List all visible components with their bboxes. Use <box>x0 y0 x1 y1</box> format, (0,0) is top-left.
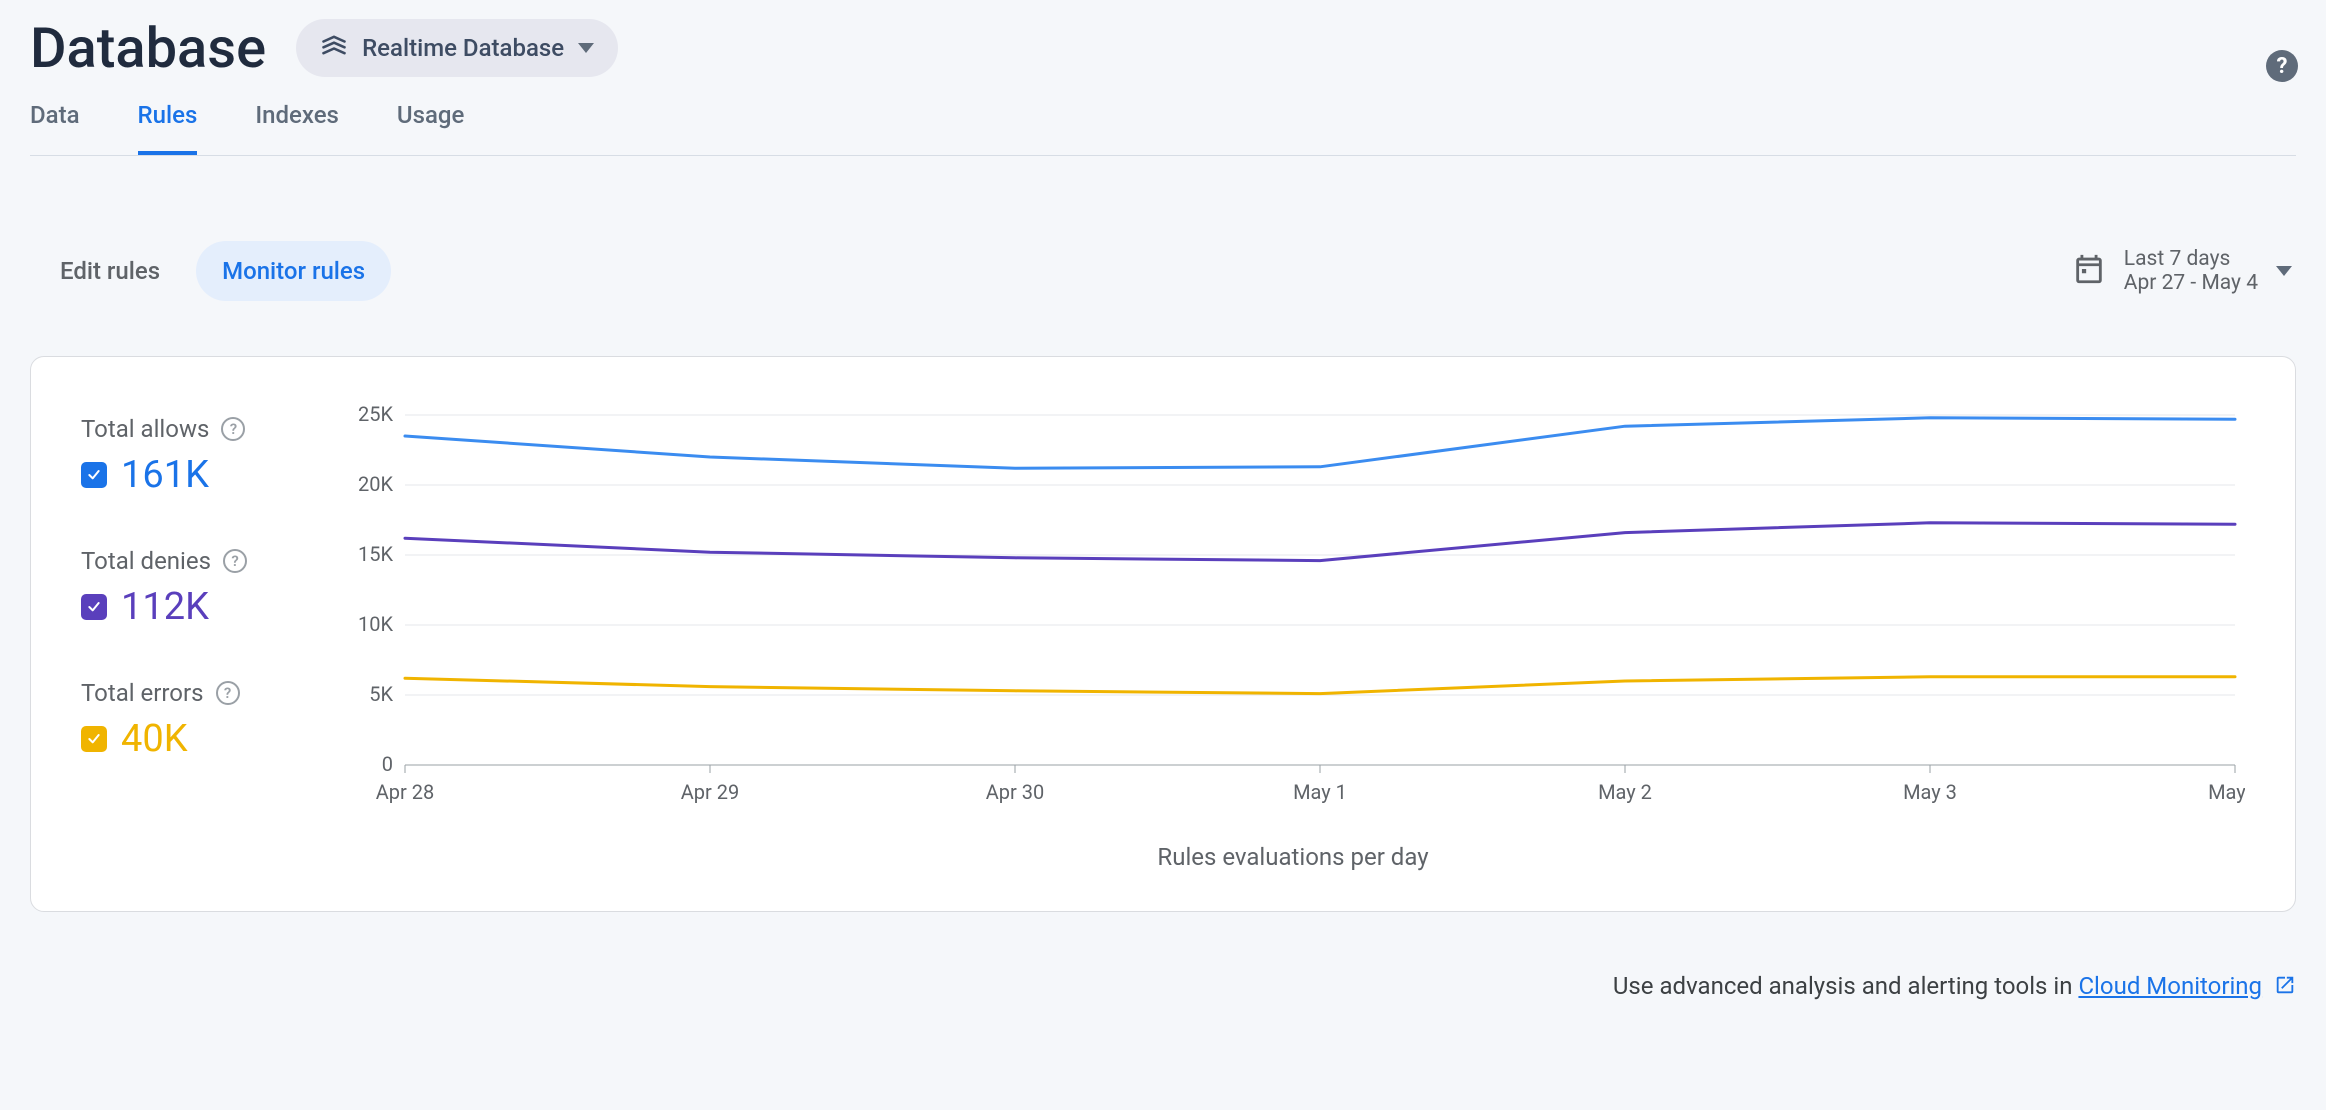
svg-text:May 1: May 1 <box>1293 780 1347 804</box>
subtab-edit-rules[interactable]: Edit rules <box>34 241 186 301</box>
date-range-dates: Apr 27 - May 4 <box>2124 271 2258 295</box>
tab-usage[interactable]: Usage <box>397 101 464 155</box>
date-range-picker[interactable]: Last 7 days Apr 27 - May 4 <box>2072 247 2292 295</box>
database-selector[interactable]: Realtime Database <box>296 19 618 77</box>
tab-rules[interactable]: Rules <box>138 101 198 155</box>
monitor-card: Total allows ? 161K Total denies ? <box>30 356 2296 912</box>
svg-text:0: 0 <box>382 752 393 776</box>
help-icon[interactable]: ? <box>216 681 240 705</box>
svg-text:25K: 25K <box>358 405 393 426</box>
svg-text:May 2: May 2 <box>1598 780 1652 804</box>
realtime-db-icon <box>320 31 348 65</box>
calendar-icon <box>2072 252 2106 290</box>
page-title: Database <box>30 15 266 81</box>
legend-errors-value: 40K <box>121 717 188 761</box>
svg-text:Apr 30: Apr 30 <box>986 780 1045 804</box>
legend-denies-label: Total denies <box>81 547 211 575</box>
legend-errors-label: Total errors <box>81 679 204 707</box>
chevron-down-icon <box>2276 266 2292 276</box>
legend-allows: Total allows ? 161K <box>81 415 321 497</box>
rules-chart: 0 5K 10K 15K 20K 25K Apr 28 Apr 29 Apr 30 May 1 Ma… <box>341 405 2245 815</box>
svg-text:5K: 5K <box>369 682 393 706</box>
chart-xlabel: Rules evaluations per day <box>341 843 2245 871</box>
legend-errors-checkbox[interactable] <box>81 726 107 752</box>
legend-denies-checkbox[interactable] <box>81 594 107 620</box>
legend-denies-value: 112K <box>121 585 209 629</box>
help-icon[interactable]: ? <box>2266 50 2298 82</box>
legend-errors: Total errors ? 40K <box>81 679 321 761</box>
legend-allows-label: Total allows <box>81 415 209 443</box>
cloud-monitoring-link[interactable]: Cloud Monitoring <box>2078 972 2262 1000</box>
svg-text:10K: 10K <box>358 612 393 636</box>
help-icon[interactable]: ? <box>223 549 247 573</box>
chevron-down-icon <box>578 43 594 53</box>
svg-text:Apr 28: Apr 28 <box>376 780 435 804</box>
footer: Use advanced analysis and alerting tools… <box>30 972 2296 1002</box>
legend-denies: Total denies ? 112K <box>81 547 321 629</box>
svg-text:May 4: May 4 <box>2208 780 2245 804</box>
database-selector-label: Realtime Database <box>362 34 564 62</box>
svg-text:20K: 20K <box>358 472 393 496</box>
external-link-icon <box>2274 974 2296 1002</box>
tab-indexes[interactable]: Indexes <box>255 101 339 155</box>
help-icon[interactable]: ? <box>221 417 245 441</box>
svg-text:15K: 15K <box>358 542 393 566</box>
tab-data[interactable]: Data <box>30 101 80 155</box>
subtab-monitor-rules[interactable]: Monitor rules <box>196 241 391 301</box>
legend-allows-value: 161K <box>121 453 209 497</box>
legend-allows-checkbox[interactable] <box>81 462 107 488</box>
date-range-label: Last 7 days <box>2124 247 2258 271</box>
svg-text:May 3: May 3 <box>1903 780 1957 804</box>
svg-text:Apr 29: Apr 29 <box>681 780 740 804</box>
footer-text: Use advanced analysis and alerting tools… <box>1613 972 2079 1000</box>
nav-tabs: Data Rules Indexes Usage <box>30 101 2296 156</box>
